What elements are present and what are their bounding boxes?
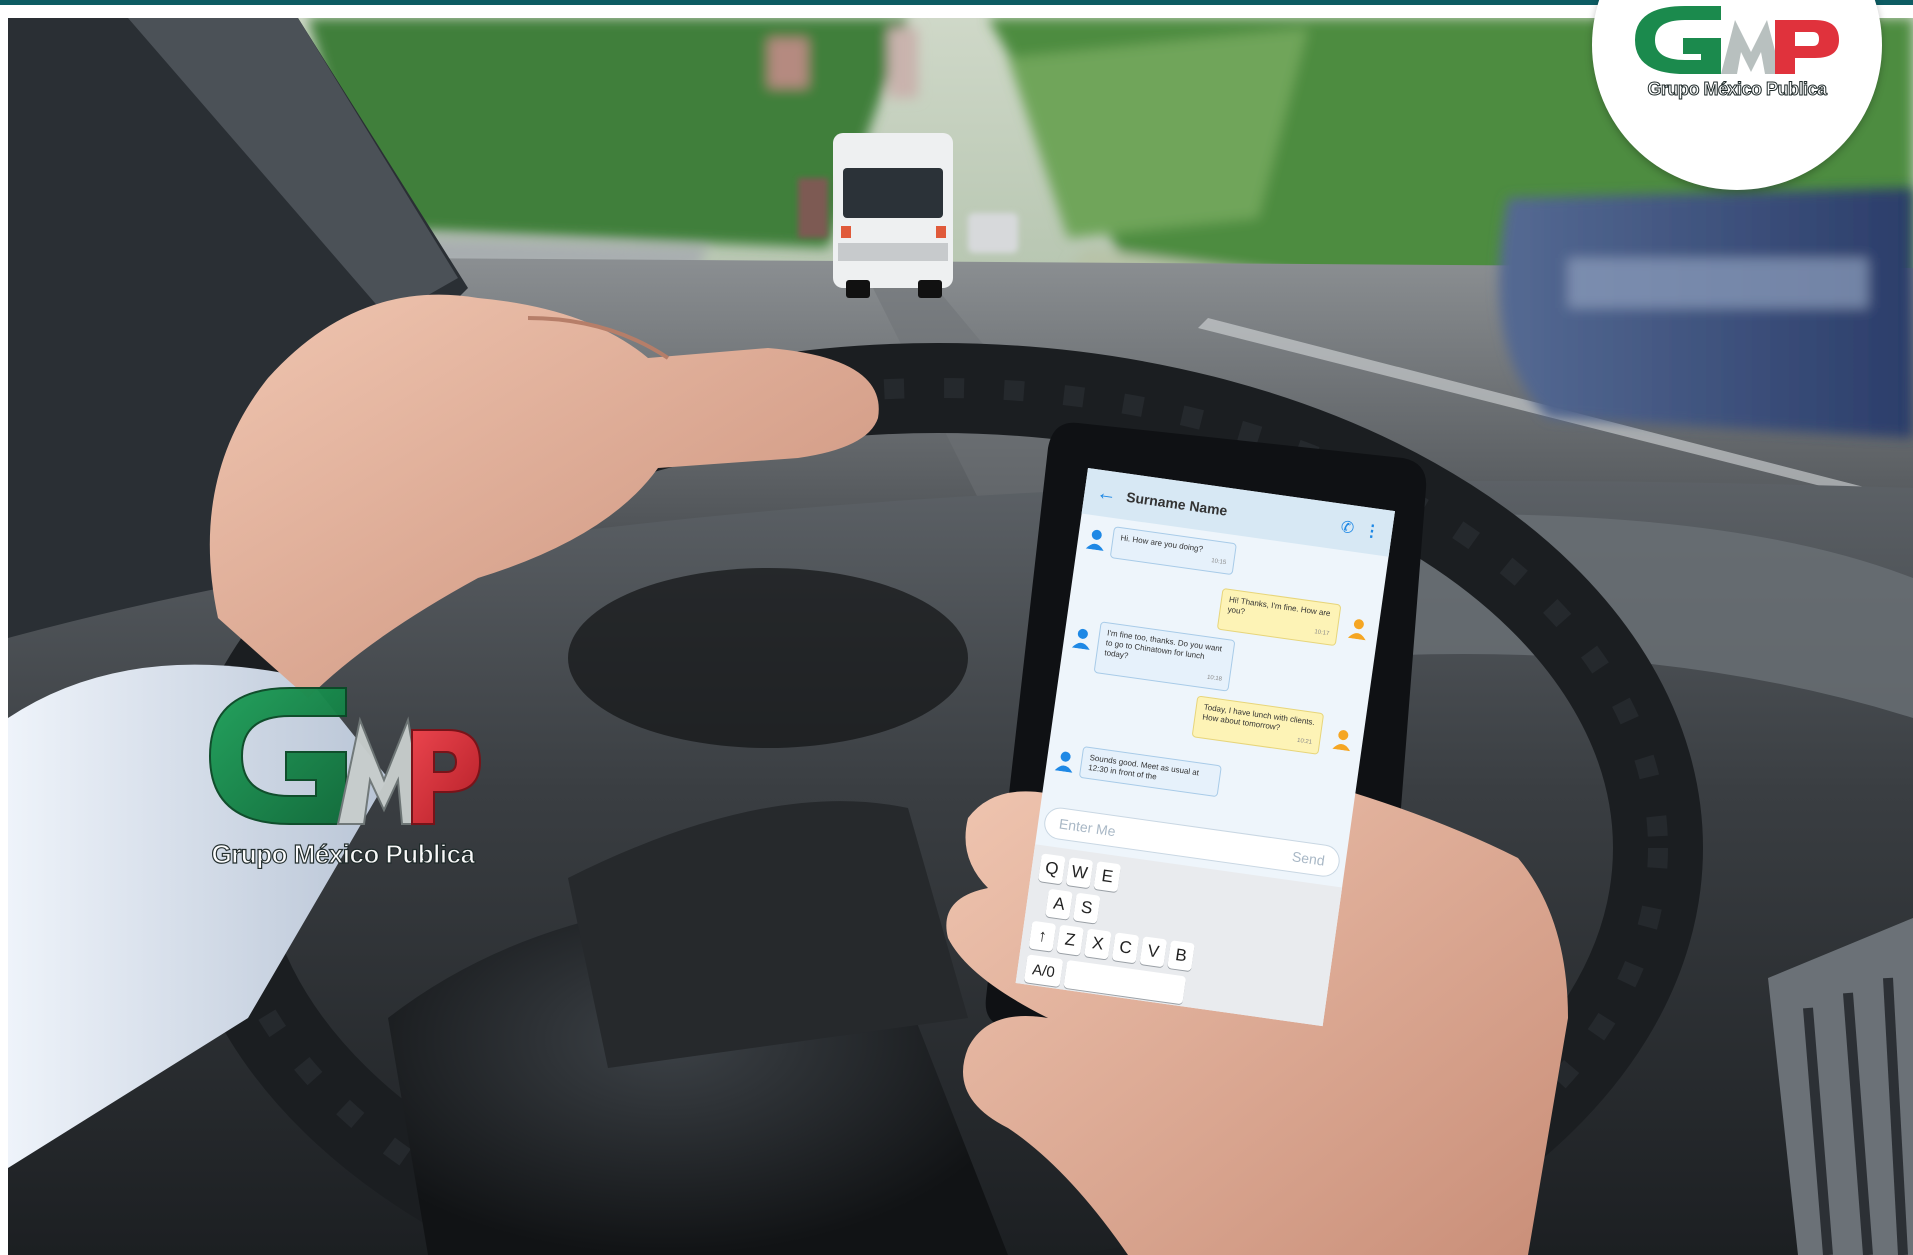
brand-logo-watermark: Grupo México Publica <box>198 680 488 870</box>
keyboard-row: Q W E <box>1038 853 1122 893</box>
key[interactable]: W <box>1065 857 1094 889</box>
keyboard-row: A S <box>1045 888 1101 924</box>
driving-photo <box>8 18 1913 1255</box>
gmp-monogram-icon <box>1635 6 1839 74</box>
shift-key[interactable]: ↑ <box>1028 920 1057 952</box>
key[interactable]: V <box>1139 936 1168 968</box>
logo-caption: Grupo México Publica <box>1647 79 1828 100</box>
key[interactable]: S <box>1072 892 1101 924</box>
more-vertical-icon[interactable]: ⋮ <box>1363 520 1382 542</box>
contact-avatar-icon <box>1054 751 1073 773</box>
gmp-monogram-icon <box>208 687 482 825</box>
key[interactable]: Q <box>1038 853 1066 885</box>
phone-call-icon[interactable]: ✆ <box>1339 517 1356 539</box>
key[interactable]: B <box>1167 940 1195 972</box>
back-arrow-icon[interactable]: ← <box>1095 481 1118 507</box>
message-input-placeholder: Enter Me <box>1058 815 1117 840</box>
key[interactable]: X <box>1084 928 1112 960</box>
brand-logo-corner: Grupo México Publica <box>1625 0 1849 104</box>
key[interactable]: Z <box>1056 924 1084 956</box>
logo-caption: Grupo México Publica <box>211 838 476 869</box>
photo-scene <box>8 18 1913 1255</box>
send-button[interactable]: Send <box>1291 848 1326 868</box>
key[interactable]: E <box>1093 861 1122 893</box>
contact-avatar-icon <box>1071 628 1090 651</box>
mode-switch-key[interactable]: A/0 <box>1023 954 1064 988</box>
key[interactable]: A <box>1045 888 1073 920</box>
key[interactable]: C <box>1111 932 1140 964</box>
contact-avatar-icon <box>1085 529 1104 551</box>
van <box>833 133 953 298</box>
user-avatar-icon <box>1347 619 1366 641</box>
user-avatar-icon <box>1332 730 1351 752</box>
